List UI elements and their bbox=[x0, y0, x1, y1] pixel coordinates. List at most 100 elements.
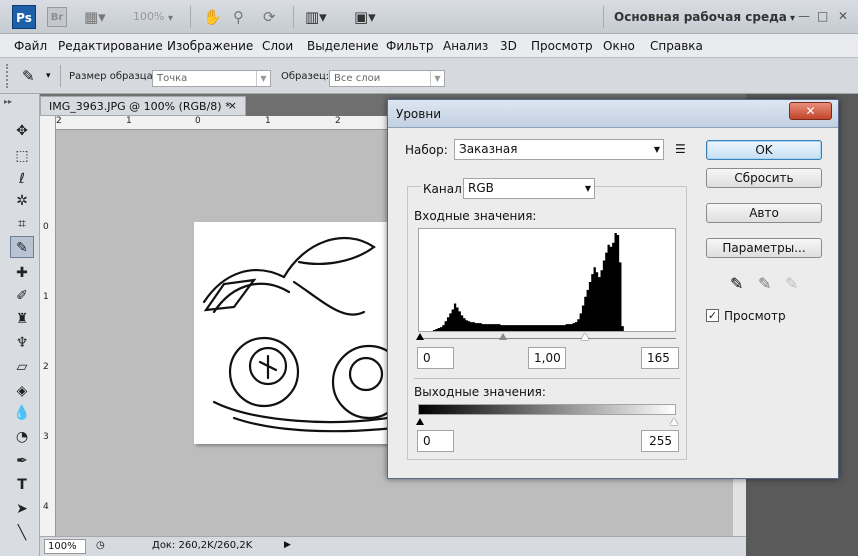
ruler-label: 2 bbox=[56, 116, 62, 126]
options-button[interactable]: Параметры... bbox=[706, 238, 822, 258]
auto-button[interactable]: Авто bbox=[706, 203, 822, 223]
menu-help[interactable]: Справка bbox=[650, 39, 703, 53]
stamp-tool-icon[interactable]: ♜ bbox=[10, 308, 34, 330]
menu-layers[interactable]: Слои bbox=[262, 39, 293, 53]
status-zoom-field[interactable]: 100% bbox=[44, 539, 86, 554]
output-black-handle[interactable] bbox=[416, 418, 424, 425]
input-white-point-handle[interactable] bbox=[581, 333, 589, 340]
input-black-field[interactable]: 0 bbox=[417, 347, 454, 369]
bridge-launch-button[interactable]: Br bbox=[47, 7, 67, 27]
menu-image[interactable]: Изображение bbox=[167, 39, 253, 53]
white-point-eyedropper-icon[interactable]: ✎ bbox=[785, 276, 798, 292]
crop-tool-icon[interactable]: ⌗ bbox=[10, 213, 34, 235]
preview-checkbox[interactable]: ✓ bbox=[706, 309, 719, 322]
photoshop-logo: Ps bbox=[12, 5, 36, 29]
black-point-eyedropper-icon[interactable]: ✎ bbox=[730, 276, 743, 292]
document-tab[interactable]: IMG_3963.JPG @ 100% (RGB/8) * × bbox=[40, 96, 246, 116]
sample-size-select[interactable]: Точка ▼ bbox=[152, 70, 271, 87]
workspace-dropdown-icon[interactable]: ▾ bbox=[790, 10, 795, 28]
ruler-label: 1 bbox=[265, 116, 271, 126]
output-black-field[interactable]: 0 bbox=[417, 430, 454, 452]
brush-tool-icon[interactable]: ✐ bbox=[10, 285, 34, 307]
separator bbox=[603, 6, 604, 28]
workspace-switcher[interactable]: Основная рабочая среда bbox=[614, 10, 787, 24]
healing-brush-tool-icon[interactable]: ✚ bbox=[10, 262, 34, 284]
menu-edit[interactable]: Редактирование bbox=[58, 39, 163, 53]
eyedropper-tool-icon[interactable]: ✎ bbox=[22, 67, 35, 85]
arrange-documents-icon[interactable]: ▥▾ bbox=[305, 8, 327, 26]
reset-button[interactable]: Сбросить bbox=[706, 168, 822, 188]
chevron-down-icon: ▼ bbox=[430, 71, 444, 86]
options-bar-grip[interactable] bbox=[6, 64, 8, 88]
menu-filter[interactable]: Фильтр bbox=[386, 39, 433, 53]
magic-wand-tool-icon[interactable]: ✲ bbox=[10, 190, 34, 212]
pen-tool-icon[interactable]: ✒ bbox=[10, 450, 34, 472]
document-image[interactable] bbox=[194, 222, 394, 444]
output-white-handle[interactable] bbox=[670, 418, 678, 425]
type-tool-icon[interactable]: T bbox=[10, 474, 34, 496]
histogram-graph bbox=[419, 233, 675, 331]
input-black-point-handle[interactable] bbox=[416, 333, 424, 340]
menu-3d[interactable]: 3D bbox=[500, 39, 517, 53]
ruler-label: 1 bbox=[126, 116, 132, 126]
rotate-view-icon[interactable]: ⟳ bbox=[263, 8, 276, 26]
input-gamma-handle[interactable] bbox=[499, 333, 507, 340]
eyedropper-tool-icon[interactable]: ✎ bbox=[10, 236, 34, 258]
sample-size-label: Размер образца: bbox=[69, 71, 157, 82]
sample-value: Все слои bbox=[334, 73, 381, 84]
hand-tool-icon[interactable]: ✋ bbox=[203, 8, 222, 26]
preset-label: Набор: bbox=[405, 143, 448, 157]
history-brush-tool-icon[interactable]: ♆ bbox=[10, 332, 34, 354]
channel-select[interactable]: RGB ▼ bbox=[463, 178, 595, 199]
zoom-level-field[interactable]: 100% bbox=[133, 10, 164, 23]
path-selection-tool-icon[interactable]: ➤ bbox=[10, 498, 34, 520]
menu-view[interactable]: Просмотр bbox=[531, 39, 593, 53]
menu-window[interactable]: Окно bbox=[603, 39, 635, 53]
ok-button[interactable]: OK bbox=[706, 140, 822, 160]
channel-value: RGB bbox=[468, 181, 494, 195]
line-tool-icon[interactable]: ╲ bbox=[10, 522, 34, 544]
preset-select[interactable]: Заказная ▼ bbox=[454, 139, 664, 160]
levels-dialog-titlebar[interactable]: Уровни ✕ bbox=[388, 100, 838, 128]
dodge-tool-icon[interactable]: ◔ bbox=[10, 426, 34, 448]
screen-mode-icon[interactable]: ▣▾ bbox=[354, 8, 376, 26]
preset-options-icon[interactable]: ☰ bbox=[675, 142, 686, 156]
lasso-tool-icon[interactable]: ℓ bbox=[10, 168, 34, 190]
blur-tool-icon[interactable]: 💧 bbox=[10, 402, 34, 424]
marquee-tool-icon[interactable]: ⬚ bbox=[10, 145, 34, 167]
status-bar: 100% ◷ Док: 260,2K/260,2K ▶ bbox=[40, 536, 746, 556]
eraser-tool-icon[interactable]: ▱ bbox=[10, 356, 34, 378]
channel-label: Канал: bbox=[421, 182, 468, 196]
zoom-dropdown-icon[interactable]: ▾ bbox=[168, 10, 173, 28]
input-white-field[interactable]: 165 bbox=[641, 347, 679, 369]
zoom-tool-icon[interactable]: ⚲ bbox=[233, 8, 244, 26]
output-white-field[interactable]: 255 bbox=[641, 430, 679, 452]
sketch-image bbox=[202, 237, 394, 433]
tool-preset-dropdown-icon[interactable]: ▾ bbox=[46, 71, 51, 81]
vertical-ruler[interactable]: 0 1 2 3 4 bbox=[40, 116, 56, 536]
minimize-button[interactable]: — bbox=[798, 9, 810, 23]
film-strip-icon[interactable]: ▦▾ bbox=[84, 8, 106, 26]
ruler-label: 4 bbox=[43, 502, 49, 512]
move-tool-icon[interactable]: ✥ bbox=[10, 120, 34, 142]
levels-dialog: Уровни ✕ Набор: Заказная ▼ ☰ Канал: RGB … bbox=[387, 99, 839, 479]
menu-file[interactable]: Файл bbox=[14, 39, 47, 53]
menu-select[interactable]: Выделение bbox=[307, 39, 378, 53]
close-dialog-button[interactable]: ✕ bbox=[789, 102, 832, 120]
close-document-button[interactable]: × bbox=[228, 99, 237, 112]
status-document-info: Док: 260,2K/260,2K bbox=[152, 540, 253, 551]
menu-analysis[interactable]: Анализ bbox=[443, 39, 488, 53]
close-window-button[interactable]: ✕ bbox=[838, 9, 848, 23]
gray-point-eyedropper-icon[interactable]: ✎ bbox=[758, 276, 771, 292]
paint-bucket-tool-icon[interactable]: ◈ bbox=[10, 380, 34, 402]
status-info-icon[interactable]: ◷ bbox=[96, 540, 105, 551]
input-gamma-field[interactable]: 1,00 bbox=[528, 347, 566, 369]
document-tab-title: IMG_3963.JPG @ 100% (RGB/8) * bbox=[49, 100, 231, 113]
status-menu-arrow-icon[interactable]: ▶ bbox=[284, 540, 291, 550]
collapse-panel-icon[interactable]: ▸▸ bbox=[4, 97, 12, 106]
tools-panel: ▸▸ ✥ ⬚ ℓ ✲ ⌗ ✎ ✚ ✐ ♜ ♆ ▱ ◈ 💧 ◔ ✒ T ➤ ╲ bbox=[0, 94, 40, 556]
preset-value: Заказная bbox=[459, 142, 518, 156]
maximize-button[interactable]: □ bbox=[817, 9, 828, 23]
sample-select[interactable]: Все слои ▼ bbox=[329, 70, 445, 87]
input-slider-track[interactable] bbox=[418, 338, 676, 339]
